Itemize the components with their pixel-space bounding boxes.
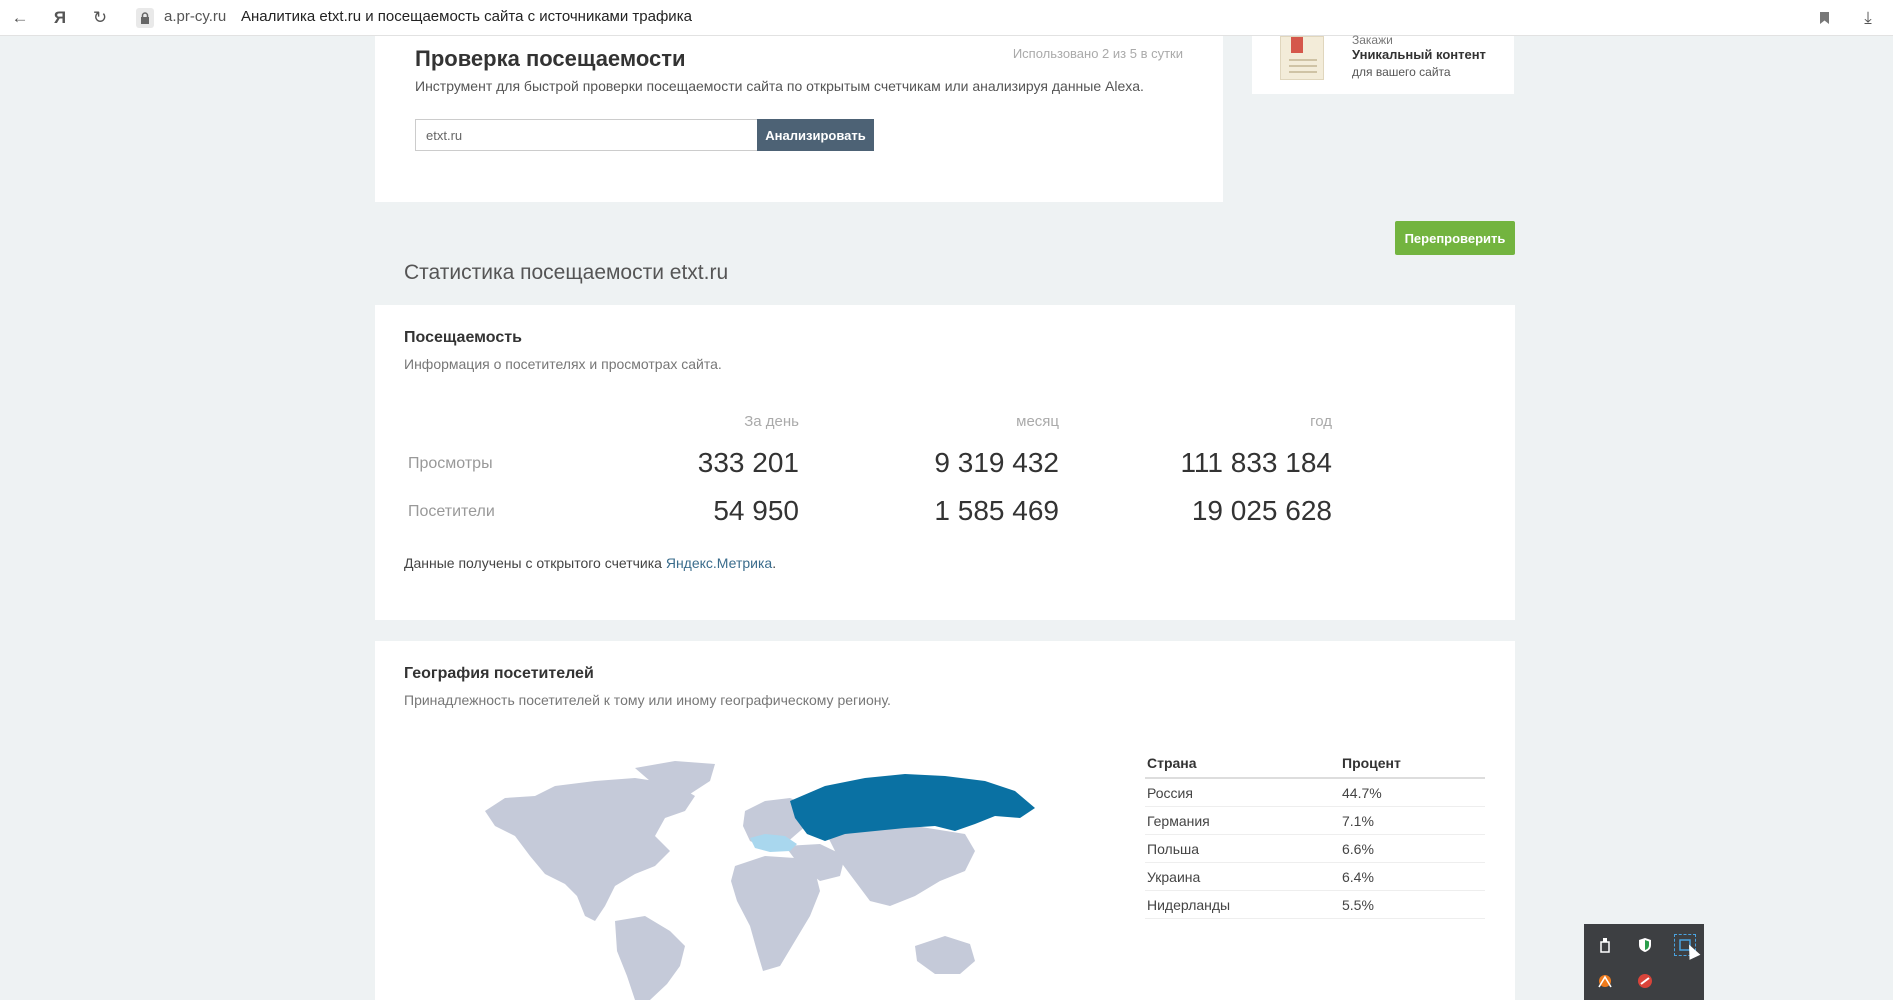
country-name: Германия [1147, 813, 1210, 829]
content-ad-banner[interactable]: Закажи Уникальный контент для вашего сай… [1252, 33, 1514, 94]
traffic-card: Посещаемость Информация о посетителях и … [375, 305, 1515, 620]
header-percent[interactable]: Процент [1342, 755, 1401, 771]
geography-card: География посетителей Принадлежность пос… [375, 641, 1515, 1000]
visitors-year-value: 19 025 628 [1191, 495, 1332, 526]
country-name: Польша [1147, 841, 1200, 857]
yandex-icon[interactable]: Я [48, 6, 72, 30]
download-icon[interactable]: ⤓ [1856, 6, 1880, 30]
document-icon [1280, 36, 1324, 80]
network-monitor-icon[interactable] [1634, 970, 1656, 992]
bookmark-icon[interactable] [1812, 6, 1836, 30]
table-row: Германия 7.1% [1145, 807, 1485, 835]
yandex-metrika-link[interactable]: Яндекс.Метрика [666, 555, 772, 571]
geo-title: География посетителей [404, 665, 594, 682]
views-month-value: 9 319 432 [934, 447, 1059, 478]
table-row: Нидерланды 5.5% [1145, 891, 1485, 919]
bookmark-ribbon [1291, 37, 1303, 53]
country-name: Россия [1147, 785, 1193, 801]
country-name: Нидерланды [1147, 897, 1231, 913]
source-prefix: Данные получены с открытого счетчика [404, 555, 666, 571]
row-label-visitors: Посетители [408, 503, 495, 520]
country-percent: 7.1% [1342, 813, 1374, 829]
map-north-america[interactable] [485, 778, 695, 921]
reload-icon[interactable]: ↻ [88, 6, 112, 30]
check-title: Проверка посещаемости [415, 46, 686, 71]
stats-section-title: Статистика посещаемости etxt.ru [404, 261, 729, 284]
country-percent: 5.5% [1342, 897, 1374, 913]
usage-counter: Использовано 2 из 5 в сутки [1012, 46, 1183, 61]
avast-icon[interactable] [1594, 970, 1616, 992]
table-row: Польша 6.6% [1145, 835, 1485, 863]
address-domain[interactable]: a.pr-cy.ru [164, 8, 226, 25]
data-source-note: Данные получены с открытого счетчика Янд… [404, 555, 776, 571]
ad-subline: для вашего сайта [1352, 65, 1451, 79]
country-percent: 44.7% [1342, 785, 1382, 801]
ad-headline: Уникальный контент [1352, 47, 1486, 62]
back-arrow-icon[interactable]: ← [8, 6, 32, 30]
world-map[interactable] [445, 756, 1065, 1000]
country-percent: 6.6% [1342, 841, 1374, 857]
document-line [1289, 71, 1317, 73]
row-label-views: Просмотры [408, 455, 493, 472]
country-name: Украина [1147, 869, 1201, 885]
traffic-subtitle: Информация о посетителях и просмотрах са… [404, 356, 722, 372]
analyze-button[interactable]: Анализировать [757, 119, 874, 151]
header-country[interactable]: Страна [1147, 755, 1197, 771]
country-table: Страна Процент Россия 44.7% Германия 7.1% … [1145, 751, 1485, 919]
traffic-title: Посещаемость [404, 329, 522, 346]
domain-input[interactable] [415, 119, 759, 151]
lock-icon[interactable] [136, 8, 154, 28]
document-line [1289, 59, 1317, 61]
source-suffix: . [772, 555, 777, 571]
ad-order-label: Закажи [1352, 33, 1393, 47]
visitors-month-value: 1 585 469 [934, 495, 1059, 526]
column-month: месяц [1016, 413, 1059, 430]
usb-drive-icon[interactable] [1594, 934, 1616, 956]
views-year-value: 111 833 184 [1180, 447, 1332, 478]
country-percent: 6.4% [1342, 869, 1374, 885]
traffic-check-card: Проверка посещаемости Использовано 2 из … [375, 36, 1223, 202]
browser-address-bar: ← Я ↻ a.pr-cy.ru Аналитика etxt.ru и пос… [0, 0, 1893, 36]
shield-icon[interactable] [1634, 934, 1656, 956]
map-australia[interactable] [915, 936, 975, 974]
document-line [1289, 65, 1317, 67]
map-south-america[interactable] [615, 916, 685, 1000]
table-row: Россия 44.7% [1145, 779, 1485, 807]
visitors-day-value: 54 950 [713, 495, 799, 526]
check-description: Инструмент для быстрой проверки посещаем… [415, 78, 1144, 94]
geo-subtitle: Принадлежность посетителей к тому или ин… [404, 692, 891, 708]
map-africa[interactable] [731, 856, 820, 971]
recheck-button[interactable]: Перепроверить [1395, 221, 1515, 255]
column-year: год [1310, 413, 1332, 430]
table-row: Украина 6.4% [1145, 863, 1485, 891]
country-table-header: Страна Процент [1145, 751, 1485, 779]
map-asia[interactable] [825, 826, 975, 906]
system-tray-popup [1584, 924, 1704, 1000]
column-day: За день [744, 413, 799, 430]
page-title[interactable]: Аналитика etxt.ru и посещаемость сайта с… [241, 8, 692, 25]
views-day-value: 333 201 [697, 447, 799, 478]
